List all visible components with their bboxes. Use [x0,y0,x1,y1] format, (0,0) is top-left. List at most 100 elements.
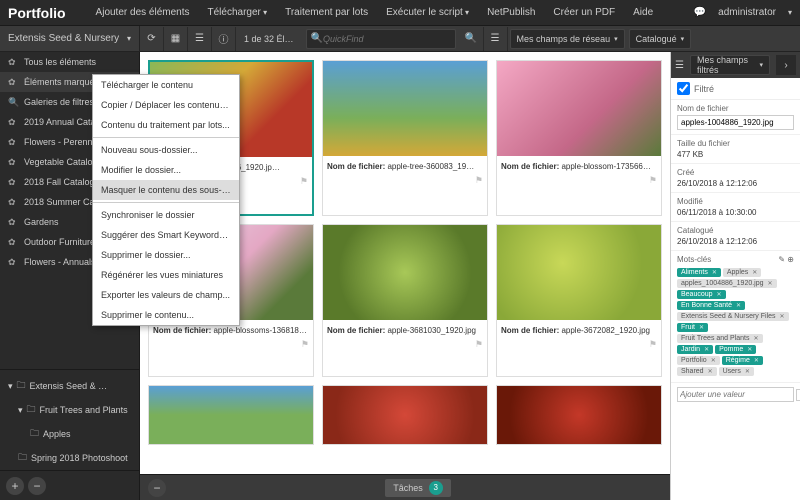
keyword-tag[interactable]: En Bonne Santé [677,301,745,310]
keyword-tag[interactable]: Beaucoup [677,290,726,299]
context-menu-item[interactable]: Suggérer des Smart Keywords... [93,225,239,245]
context-menu-item[interactable]: Régénérer les vues miniatures [93,265,239,285]
context-menu-item[interactable]: Contenu du traitement par lots... [93,115,239,135]
search-icon: 🔍 [8,97,18,107]
thumbnail-card[interactable] [496,385,662,445]
keyword-tag[interactable]: Fruit Trees and Plants [677,334,763,343]
thumbnail-card[interactable]: Nom de fichier: apple-3681030_1920.jpg⚑ [322,224,488,378]
context-menu-item[interactable]: Nouveau sous-dossier... [93,140,239,160]
menu-aide[interactable]: Aide [633,7,653,18]
tags-container: AlimentsApples apples_1004886_1920.jpg Bea… [677,266,794,378]
tree-item[interactable]: 🗀 Spring 2018 Photoshoot [0,446,139,470]
remove-button[interactable]: − [28,477,46,495]
sidebar-bottom: + − [0,470,139,500]
flag-icon[interactable]: ⚑ [649,175,657,186]
filter-icon: ☰ [675,60,684,71]
folder-icon: 🗀 [30,426,39,442]
add-button[interactable]: + [6,477,24,495]
topbar: Portfolio Ajouter des élémentsTélécharge… [0,0,800,26]
menu-t-l-charger[interactable]: Télécharger [208,7,268,18]
catalog-selector[interactable]: Extensis Seed & Nursery [0,26,140,51]
keyword-tag[interactable]: Jardin [677,345,713,354]
keyword-tag[interactable]: Pomme [715,345,756,354]
thumbnail-image [497,386,661,444]
keyword-tag[interactable]: Fruit [677,323,708,332]
keyword-tag[interactable]: Shared [677,367,717,376]
grid-view-button[interactable]: ▦ [164,27,188,51]
context-menu-item[interactable]: Synchroniser le dossier [93,205,239,225]
context-menu: Télécharger le contenuCopier / Déplacer … [92,74,240,326]
tree-item[interactable]: ▾ 🗀 Extensis Seed & … [0,374,139,398]
user-label[interactable]: administrator [718,7,776,18]
keyword-tag[interactable]: Aliments [677,268,721,277]
search-go-button[interactable]: 🔍 [460,27,484,51]
detail-field: Créé26/10/2018 à 12:12:06 [671,164,800,193]
flag-icon[interactable]: ⚑ [301,339,309,350]
sidebar-item[interactable]: ✿Tous les éléments [0,52,139,72]
right-preset-dropdown[interactable]: Mes champs filtrés [690,55,770,75]
keyword-tag[interactable]: Users [719,367,754,376]
keyword-tag[interactable]: apples_1004886_1920.jpg [677,279,777,288]
dropdown-icon[interactable]: ▾ [796,389,800,401]
add-value-row: ▾ ▦ ✓ [671,383,800,406]
keyword-tag[interactable]: Régime [722,356,763,365]
field-preset-dropdown[interactable]: Mes champs de réseau [510,29,625,49]
menu-netpublish[interactable]: NetPublish [487,7,535,18]
quickfind-input[interactable] [323,34,451,44]
tree-item[interactable]: 🗀 Apples [0,422,139,446]
menu-cr-er-un-pdf[interactable]: Créer un PDF [553,7,615,18]
panel-next-button[interactable]: › [776,55,796,75]
gallery-icon: ✿ [8,57,18,67]
chat-icon[interactable]: 💬 [694,7,706,18]
keywords-field: Mots-clés✎ ⊕ AlimentsApplesapples_100488… [671,251,800,383]
folder-tree: ▾ 🗀 Extensis Seed & …▾ 🗀 Fruit Trees and… [0,369,139,470]
context-menu-item[interactable]: Exporter les valeurs de champ... [93,285,239,305]
list-view-button[interactable]: ☰ [188,27,212,51]
flag-icon[interactable]: ⚑ [300,176,308,187]
add-value-input[interactable] [677,387,794,402]
view-preset-dropdown[interactable]: Catalogué [629,29,692,49]
content-footer: − Tâches 3 [140,474,670,500]
folder-icon: 🗀 [27,402,36,418]
tree-item[interactable]: ▾ 🗀 Fruit Trees and Plants [0,398,139,422]
folder-icon: 🗀 [17,378,26,394]
context-menu-item[interactable]: Supprimer le dossier... [93,245,239,265]
info-button[interactable]: ⓘ [212,27,236,51]
chevron-down-icon[interactable]: ▾ [788,8,792,17]
thumbnail-card[interactable] [148,385,314,445]
context-menu-item[interactable]: Modifier le dossier... [93,160,239,180]
flag-icon[interactable]: ⚑ [649,339,657,350]
context-menu-item[interactable]: Télécharger le contenu [93,75,239,95]
flag-icon[interactable]: ⚑ [475,175,483,186]
filter-row: Filtré [671,78,800,100]
thumbnail-card[interactable] [322,385,488,445]
toolbar: Extensis Seed & Nursery ⟳ ▦ ☰ ⓘ 1 de 32 … [0,26,800,52]
context-menu-item[interactable]: Supprimer le contenu... [93,305,239,325]
context-menu-item[interactable]: Masquer le contenu des sous-dossiers [93,180,239,200]
top-menu: Ajouter des éléments Télécharger Traitemen… [96,7,694,18]
field-input[interactable] [677,115,794,130]
gallery-icon: ✿ [8,257,18,267]
thumbnail-card[interactable]: Nom de fichier: apple-tree-360083_19…⚑ [322,60,488,216]
menu-ajouter-des-l-ments[interactable]: Ajouter des éléments [96,7,190,18]
menu-ex-cuter-le-script[interactable]: Exécuter le script [386,7,469,18]
filter-icon[interactable]: ☰ [484,27,508,51]
thumbnail-image [497,225,661,320]
context-menu-item[interactable]: Copier / Déplacer les contenus... [93,95,239,115]
quickfind-search[interactable]: 🔍 [306,29,456,49]
flag-icon[interactable]: ⚑ [475,339,483,350]
menu-traitement-par-lots[interactable]: Traitement par lots [285,7,368,18]
menu-separator [93,202,239,203]
footer-remove-button[interactable]: − [148,479,166,497]
refresh-button[interactable]: ⟳ [140,27,164,51]
thumbnail-image [323,225,487,320]
thumbnail-card[interactable]: Nom de fichier: apple-3672082_1920.jpg⚑ [496,224,662,378]
thumbnail-card[interactable]: Nom de fichier: apple-blossom-173566…⚑ [496,60,662,216]
keyword-tag[interactable]: Apples [723,268,761,277]
tasks-indicator[interactable]: Tâches 3 [385,479,451,497]
keyword-tag[interactable]: Extensis Seed & Nursery Files [677,312,789,321]
edit-icon[interactable]: ✎ ⊕ [778,255,794,264]
keyword-tag[interactable]: Portfolio [677,356,720,365]
gallery-icon: ✿ [8,177,18,187]
filter-checkbox[interactable] [677,82,690,95]
